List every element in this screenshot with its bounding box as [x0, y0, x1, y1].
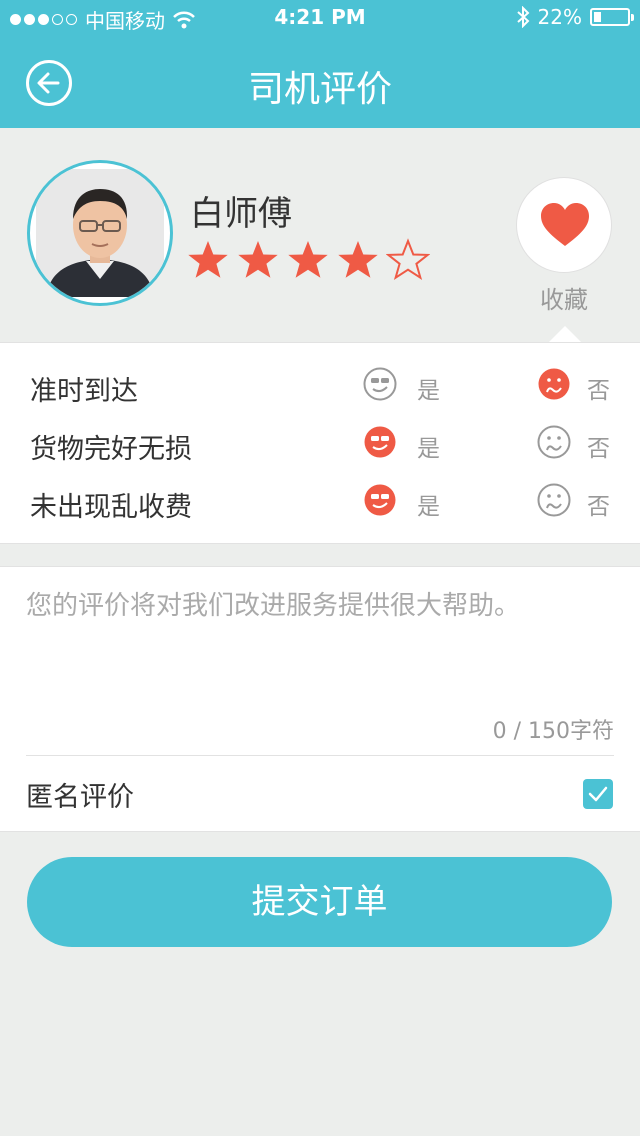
- anonymous-checkbox[interactable]: [583, 779, 613, 809]
- divider: [26, 755, 614, 756]
- rating-row: 未出现乱收费 是 否: [0, 473, 640, 529]
- character-counter: 0 / 150字符: [492, 719, 614, 744]
- comment-input[interactable]: [26, 585, 614, 705]
- star-filled-icon[interactable]: [236, 238, 280, 282]
- sad-face-selected-icon[interactable]: [537, 367, 571, 401]
- battery-fill: [594, 12, 602, 22]
- bluetooth-icon: [516, 6, 529, 28]
- pointer-caret: [549, 326, 581, 342]
- nav-bar: 司机评价: [0, 34, 640, 128]
- status-bar: 中国移动 4:21 PM 22%: [0, 0, 640, 34]
- checkmark-icon: [588, 786, 608, 802]
- star-filled-icon[interactable]: [286, 238, 330, 282]
- no-option-label[interactable]: 否: [587, 487, 610, 521]
- driver-avatar[interactable]: [27, 160, 173, 306]
- submit-order-button[interactable]: 提交订单: [27, 857, 612, 947]
- sad-face-icon[interactable]: [537, 425, 571, 459]
- smile-face-icon[interactable]: [363, 367, 397, 401]
- driver-name: 白师傅: [190, 194, 292, 234]
- no-option-label[interactable]: 否: [587, 429, 610, 463]
- rating-row-label: 未出现乱收费: [30, 492, 192, 523]
- avatar-photo: [36, 169, 164, 297]
- yes-option-label[interactable]: 是: [417, 371, 440, 405]
- star-filled-icon[interactable]: [186, 238, 230, 282]
- rating-row: 准时到达 是 否: [0, 357, 640, 413]
- comment-section: 0 / 150字符 匿名评价: [0, 566, 640, 832]
- yes-option-label[interactable]: 是: [417, 429, 440, 463]
- rating-row-label: 货物完好无损: [30, 434, 192, 465]
- no-option-label[interactable]: 否: [587, 371, 610, 405]
- page-title: 司机评价: [247, 69, 392, 110]
- star-empty-icon[interactable]: [386, 238, 430, 282]
- star-filled-icon[interactable]: [336, 238, 380, 282]
- smile-face-selected-icon[interactable]: [363, 483, 397, 517]
- driver-rating-screen: 中国移动 4:21 PM 22% 司机评价 白师傅 收藏 准时到达 是 否 货物…: [0, 0, 640, 1136]
- heart-icon: [541, 203, 589, 246]
- sad-face-icon[interactable]: [537, 483, 571, 517]
- driver-card: 白师傅 收藏: [0, 128, 640, 342]
- service-ratings: 准时到达是否货物完好无损是否未出现乱收费是否: [0, 342, 640, 544]
- favorite-button[interactable]: [516, 177, 612, 273]
- driver-rating-stars: [186, 238, 430, 282]
- battery-icon: [590, 8, 634, 26]
- rating-row-label: 准时到达: [30, 376, 138, 407]
- smile-face-selected-icon[interactable]: [363, 425, 397, 459]
- favorite-label: 收藏: [540, 286, 588, 314]
- status-right: 22%: [516, 5, 634, 29]
- yes-option-label[interactable]: 是: [417, 487, 440, 521]
- anonymous-label: 匿名评价: [26, 782, 134, 813]
- rating-row: 货物完好无损 是 否: [0, 415, 640, 471]
- battery-percent: 22%: [537, 5, 582, 29]
